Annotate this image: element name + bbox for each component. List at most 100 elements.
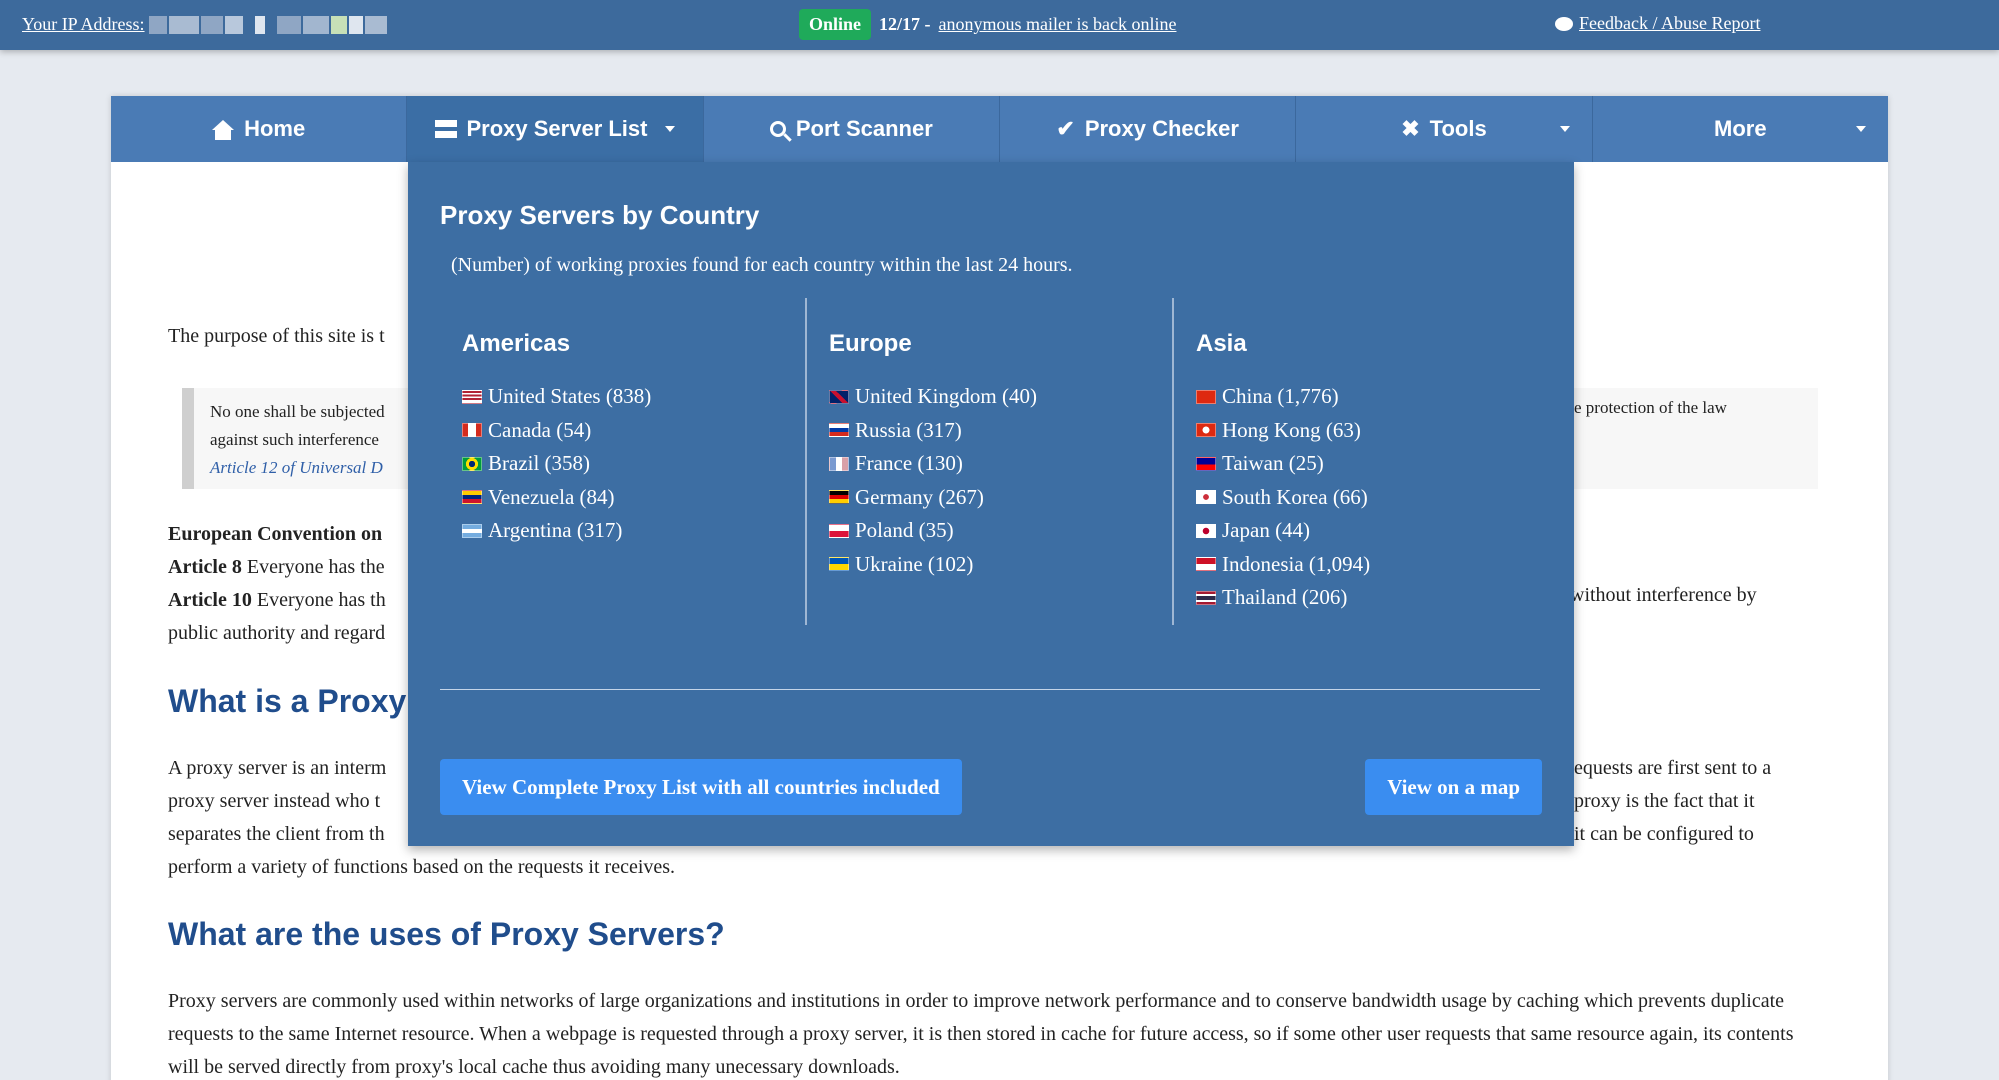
country-link[interactable]: Germany (267) <box>829 481 1171 515</box>
japan-flag-icon <box>1196 523 1216 538</box>
country-link[interactable]: Japan (44) <box>1196 514 1538 548</box>
poland-flag-icon <box>829 523 849 538</box>
country-link[interactable]: United States (838) <box>462 380 828 414</box>
proxy-paragraph-right: equests are first sent to a proxy is the… <box>1574 752 1771 851</box>
article-10-right-text: without interference by <box>1570 584 1757 606</box>
dropdown-title: Proxy Servers by Country <box>440 200 760 230</box>
tools-icon: ✖ <box>1401 116 1420 141</box>
indonesia-flag-icon <box>1196 557 1216 572</box>
country-label: Poland (35) <box>855 518 954 542</box>
country-label: Canada (54) <box>488 417 592 442</box>
dropdown-divider <box>440 689 1540 690</box>
region-heading: Americas <box>462 330 571 357</box>
country-label: China (1,776) <box>1222 384 1339 408</box>
chat-bubble-icon <box>1555 16 1573 31</box>
nav-proxy-server-list[interactable]: Proxy Server List <box>407 96 704 162</box>
country-link[interactable]: Indonesia (1,094) <box>1196 548 1538 582</box>
dropdown-subtitle: (Number) of working proxies found for ea… <box>451 254 1073 276</box>
nav-home-label: Home <box>244 116 306 141</box>
euro-heading: European Convention on <box>168 523 383 545</box>
view-complete-list-button[interactable]: View Complete Proxy List with all countr… <box>440 759 962 815</box>
taiwan-flag-icon <box>1196 456 1216 471</box>
proxy-right-line-1: equests are first sent to a <box>1574 757 1772 779</box>
germany-flag-icon <box>829 490 849 505</box>
view-on-map-button[interactable]: View on a map <box>1365 759 1542 815</box>
region-asia: Asia China (1,776) Hong Kong (63) Taiwan… <box>1172 298 1538 625</box>
country-link[interactable]: Brazil (358) <box>462 447 828 481</box>
russia-flag-icon <box>829 423 849 438</box>
nav-proxy-server-list-label: Proxy Server List <box>466 116 648 141</box>
country-label: Taiwan (25) <box>1222 451 1324 475</box>
country-label: Japan (44) <box>1222 518 1311 542</box>
country-label: Brazil (358) <box>488 451 591 475</box>
news-date: 12/17 - <box>879 14 931 34</box>
france-flag-icon <box>829 456 849 471</box>
nav-port-scanner[interactable]: Port Scanner <box>704 96 1000 162</box>
country-link[interactable]: Thailand (206) <box>1196 581 1538 615</box>
country-label: Germany (267) <box>855 484 984 509</box>
nav-tools-label: Tools <box>1429 116 1487 141</box>
proxy-list-dropdown: Proxy Servers by Country (Number) of wor… <box>408 162 1574 846</box>
venezuela-flag-icon <box>462 490 482 505</box>
country-link[interactable]: France (130) <box>829 447 1171 481</box>
uses-paragraph: Proxy servers are commonly used within n… <box>168 990 1794 1078</box>
us-flag-icon <box>462 389 482 404</box>
article-10-text: Everyone has th <box>251 589 386 611</box>
checkmark-icon: ✔ <box>1056 116 1075 141</box>
nav-proxy-checker[interactable]: ✔ Proxy Checker <box>1000 96 1297 162</box>
uk-flag-icon <box>829 389 849 404</box>
nav-more-label: More <box>1714 116 1767 141</box>
country-label: France (130) <box>855 451 963 475</box>
top-bar: Your IP Address: Online 12/17 - anonymou… <box>0 0 1999 50</box>
status-bar: Online 12/17 - anonymous mailer is back … <box>799 9 1176 40</box>
country-link[interactable]: Hong Kong (63) <box>1196 414 1538 448</box>
home-icon <box>212 120 235 140</box>
region-heading: Asia <box>1196 330 1247 357</box>
country-link[interactable]: Taiwan (25) <box>1196 447 1538 481</box>
ip-address-link[interactable]: Your IP Address: <box>22 14 145 35</box>
proxy-line-4: perform a variety of functions based on … <box>168 856 676 878</box>
article-8-label: Article 8 <box>168 556 242 578</box>
feedback-link[interactable]: Feedback / Abuse Report <box>1579 13 1760 34</box>
news-link[interactable]: anonymous mailer is back online <box>939 14 1177 35</box>
hong-kong-flag-icon <box>1196 423 1216 438</box>
nav-tools[interactable]: ✖ Tools <box>1296 96 1593 162</box>
country-label: South Korea (66) <box>1222 484 1368 509</box>
chevron-down-icon <box>1855 126 1866 132</box>
heading-what-is-proxy: What is a Proxy <box>168 683 407 719</box>
country-label: Venezuela (84) <box>488 484 615 509</box>
country-link[interactable]: Venezuela (84) <box>462 481 828 515</box>
region-heading: Europe <box>829 330 912 357</box>
nav-more[interactable]: More <box>1593 96 1888 162</box>
feedback: Feedback / Abuse Report <box>1555 13 1760 34</box>
country-link[interactable]: Ukraine (102) <box>829 548 1171 582</box>
country-label: Argentina (317) <box>488 518 623 542</box>
quote-right-text: e protection of the law <box>1574 398 1727 417</box>
country-label: United Kingdom (40) <box>855 384 1037 408</box>
brazil-flag-icon <box>462 456 482 471</box>
country-link[interactable]: China (1,776) <box>1196 380 1538 414</box>
canada-flag-icon <box>462 423 482 438</box>
country-link[interactable]: United Kingdom (40) <box>829 380 1171 414</box>
country-label: Ukraine (102) <box>855 551 974 576</box>
proxy-right-line-2: proxy is the fact that it <box>1574 790 1755 812</box>
country-link[interactable]: Argentina (317) <box>462 514 828 548</box>
country-link[interactable]: Russia (317) <box>829 414 1171 448</box>
ip-address-redacted <box>148 15 387 34</box>
main-nav: Home Proxy Server List Port Scanner ✔ Pr… <box>111 96 1888 162</box>
article-10-label: Article 10 <box>168 589 252 611</box>
ip-address: Your IP Address: <box>22 14 387 35</box>
country-link[interactable]: Canada (54) <box>462 414 828 448</box>
country-link[interactable]: Poland (35) <box>829 514 1171 548</box>
country-link[interactable]: South Korea (66) <box>1196 481 1538 515</box>
nav-home[interactable]: Home <box>111 96 408 162</box>
argentina-flag-icon <box>462 523 482 538</box>
country-label: Russia (317) <box>855 417 962 442</box>
article-8-text: Everyone has the <box>241 556 385 578</box>
nav-port-scanner-label: Port Scanner <box>795 116 933 141</box>
country-label: United States (838) <box>488 384 652 408</box>
search-icon <box>769 121 786 137</box>
thailand-flag-icon <box>1196 590 1216 605</box>
online-badge: Online <box>799 9 872 40</box>
chevron-down-icon <box>1559 126 1570 132</box>
